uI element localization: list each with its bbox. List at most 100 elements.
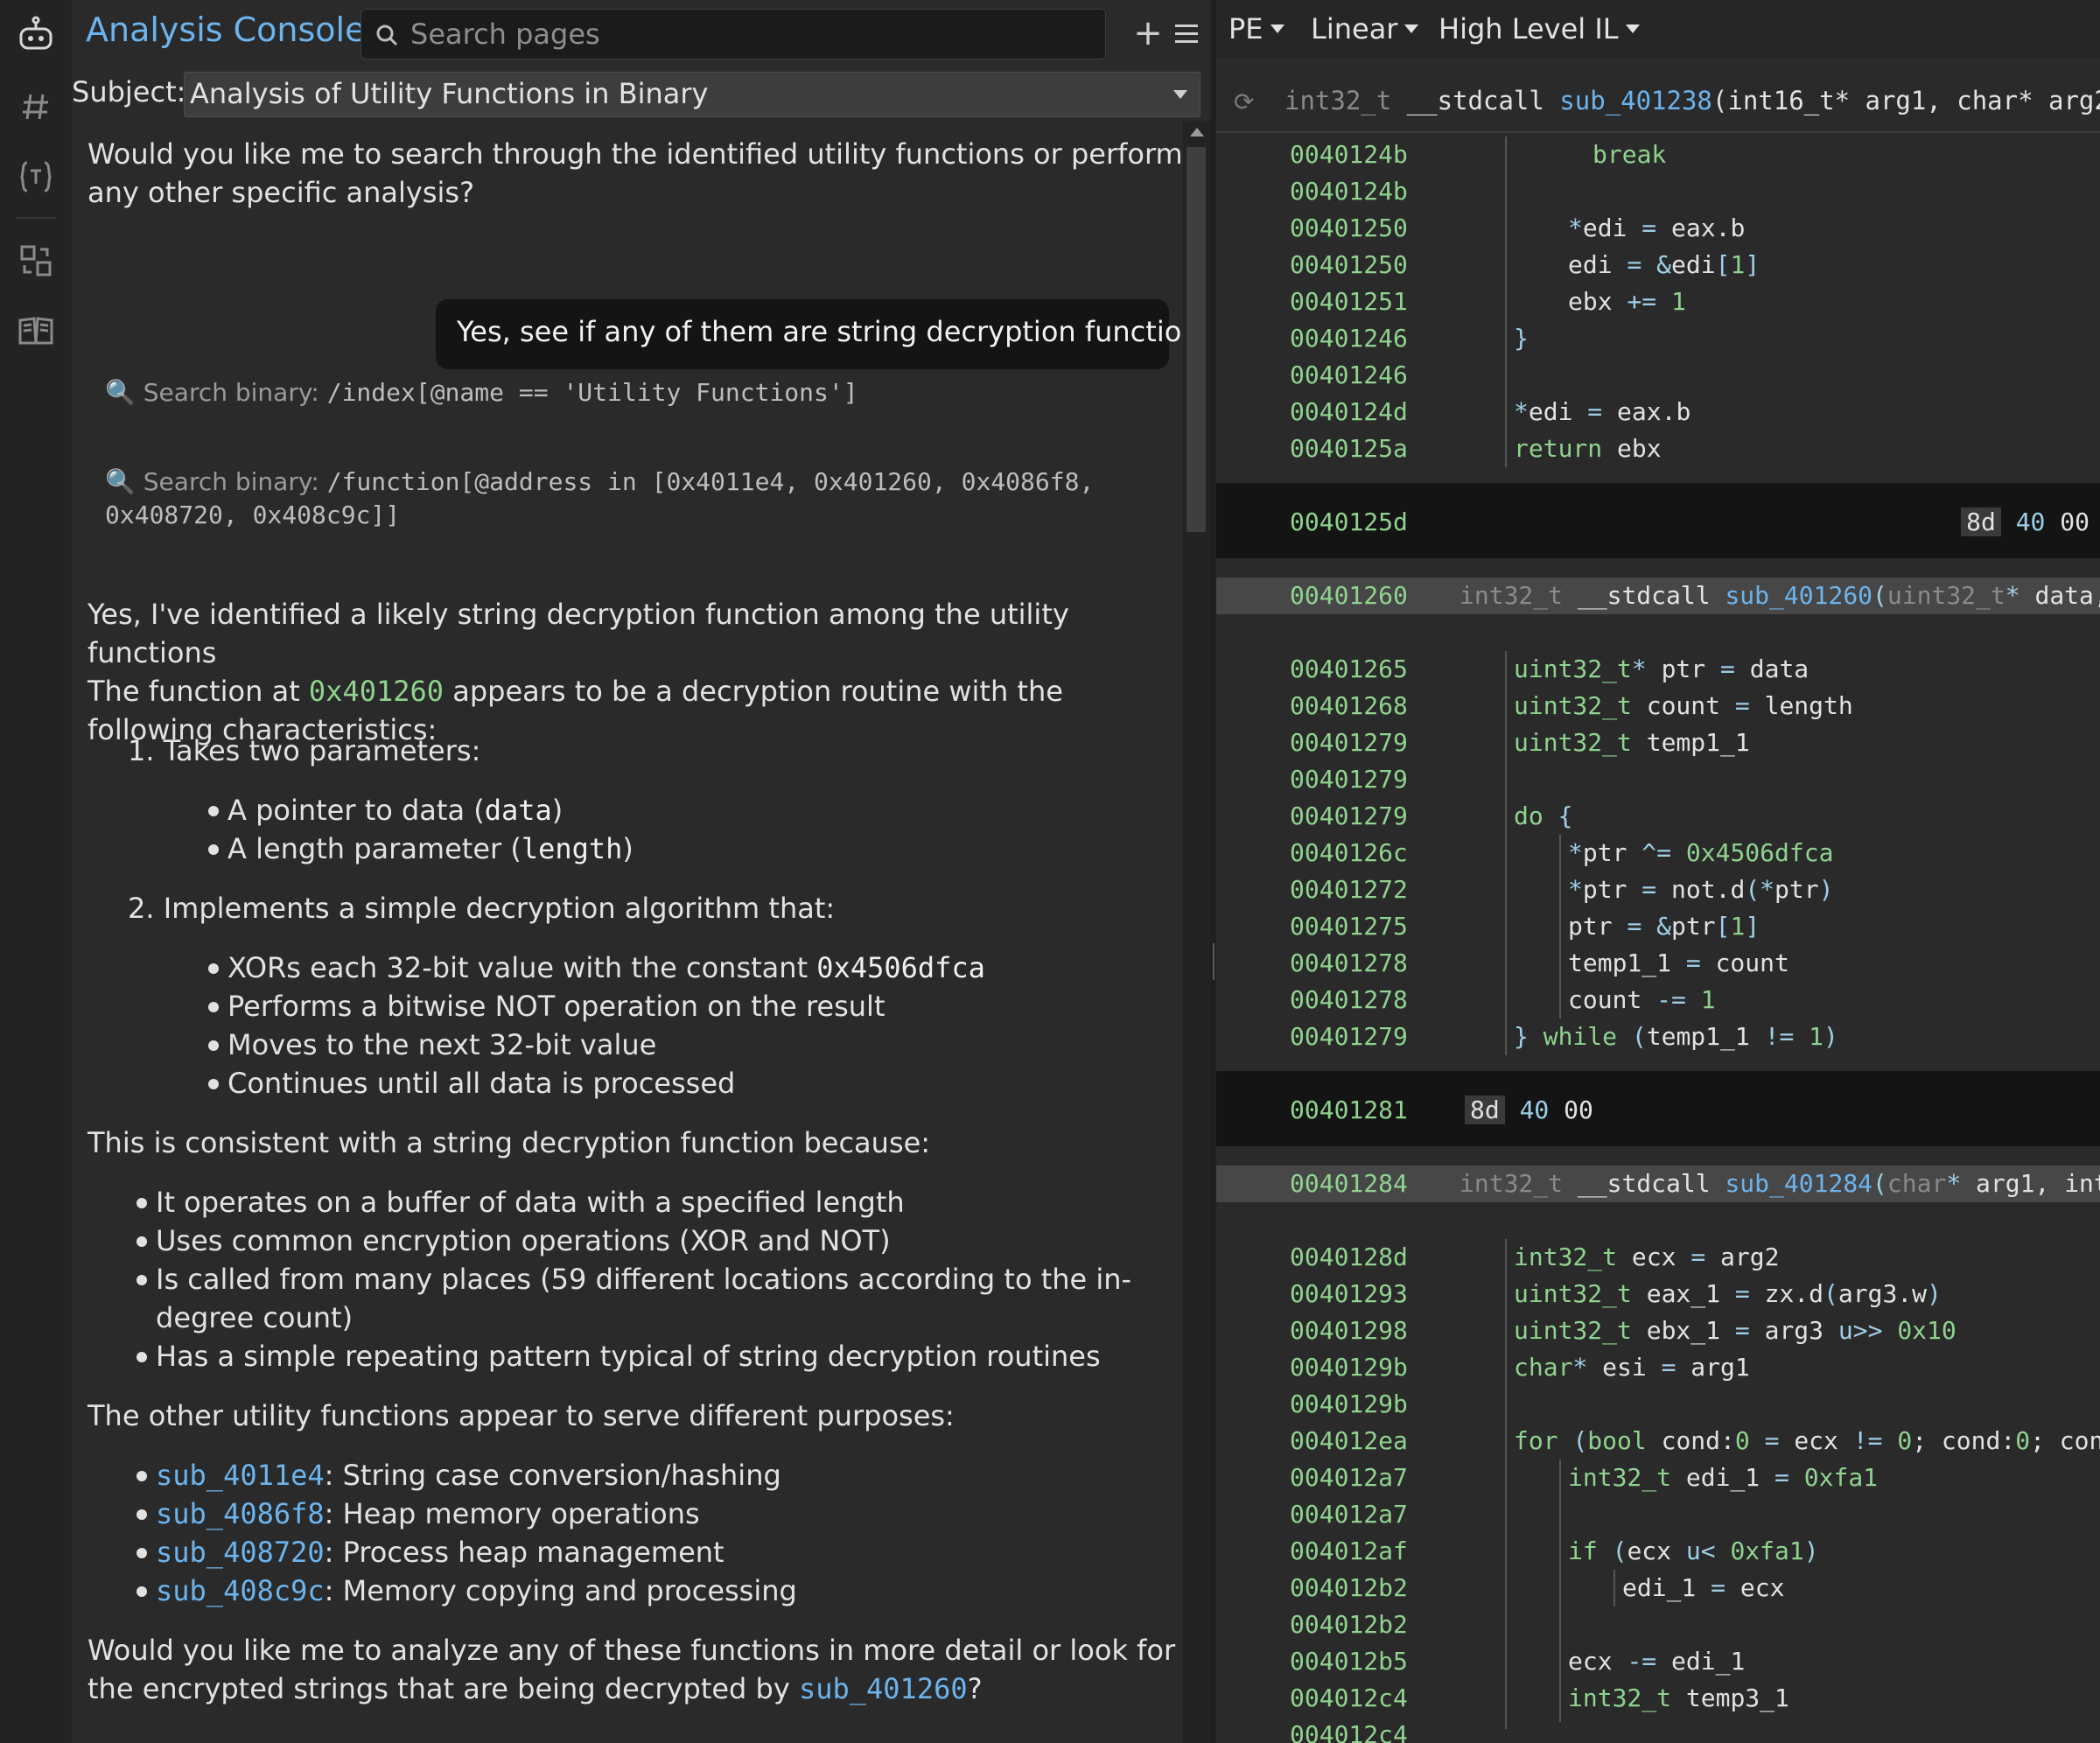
address-label[interactable]: 00401275 xyxy=(1290,908,1408,945)
address-label[interactable]: 0040124d xyxy=(1290,394,1408,430)
code-text[interactable]: int32_t temp3_1 xyxy=(1568,1680,1789,1717)
code-line[interactable]: 0040126c *ptr ^= 0x4506dfca xyxy=(1216,835,2100,872)
code-line[interactable]: 00401279 uint32_t temp1_1 xyxy=(1216,724,2100,761)
code-text[interactable]: char* esi = arg1 xyxy=(1514,1349,1750,1386)
function-signature[interactable]: int32_t __stdcall sub_401238(int16_t* ar… xyxy=(1284,86,2100,116)
layout-dropdown[interactable]: Linear xyxy=(1311,12,1419,46)
code-line[interactable]: 0040125a return ebx xyxy=(1216,430,2100,467)
address-label[interactable]: 004012ea xyxy=(1290,1423,1408,1460)
address-label[interactable]: 00401246 xyxy=(1290,320,1408,357)
code-line[interactable]: 00401279 do { xyxy=(1216,798,2100,835)
address-label[interactable]: 00401260 xyxy=(1290,578,1408,614)
address-label[interactable]: 00401250 xyxy=(1290,247,1408,284)
code-text[interactable]: *ptr = not.d(*ptr) xyxy=(1568,872,1833,908)
code-line[interactable]: 004012c4 int32_t temp3_1 xyxy=(1216,1680,2100,1717)
code-text[interactable]: do { xyxy=(1514,798,1572,835)
address-label[interactable]: 00401265 xyxy=(1290,651,1408,688)
address-label[interactable]: 0040124b xyxy=(1290,173,1408,210)
code-line[interactable]: 00401246 xyxy=(1216,357,2100,394)
address-label[interactable]: 004012b2 xyxy=(1290,1606,1408,1643)
address-label[interactable]: 00401246 xyxy=(1290,357,1408,394)
code-line[interactable]: 0040125d 8d 40 00 xyxy=(1216,504,2100,541)
function-link[interactable]: sub_408c9c xyxy=(156,1574,325,1607)
code-text[interactable]: count -= 1 xyxy=(1568,982,1716,1018)
function-link[interactable]: sub_4011e4 xyxy=(156,1459,325,1492)
address-label[interactable]: 00401272 xyxy=(1290,872,1408,908)
code-text[interactable]: uint32_t temp1_1 xyxy=(1514,724,1750,761)
address-label[interactable]: 00401298 xyxy=(1290,1312,1408,1349)
code-line[interactable]: 00401279 xyxy=(1216,761,2100,798)
address-label[interactable]: 004012b5 xyxy=(1290,1643,1408,1680)
code-line[interactable]: 00401293 uint32_t eax_1 = zx.d(arg3.w) xyxy=(1216,1276,2100,1312)
code-line[interactable]: 00401251 ebx += 1 xyxy=(1216,284,2100,320)
il-level-dropdown[interactable]: High Level IL xyxy=(1438,12,1640,46)
code-text[interactable]: *ptr ^= 0x4506dfca xyxy=(1568,835,1833,872)
book-icon[interactable] xyxy=(13,308,59,354)
address-label[interactable]: 0040125d xyxy=(1290,504,1408,541)
code-text[interactable]: break xyxy=(1592,136,1666,173)
subject-dropdown[interactable]: Analysis of Utility Functions in Binary xyxy=(184,72,1200,117)
code-line[interactable]: 004012b2 xyxy=(1216,1606,2100,1643)
code-line[interactable]: 00401278 temp1_1 = count xyxy=(1216,945,2100,982)
function-header[interactable]: int32_t __stdcall sub_401284(char* arg1,… xyxy=(1460,1166,2100,1202)
code-line[interactable]: 00401260 int32_t __stdcall sub_401260(uin… xyxy=(1216,578,2100,614)
code-text[interactable]: ecx -= edi_1 xyxy=(1568,1643,1745,1680)
address-label[interactable]: 0040124b xyxy=(1290,136,1408,173)
address-label[interactable]: 004012af xyxy=(1290,1533,1408,1570)
code-line[interactable]: 00401250 *edi = eax.b xyxy=(1216,210,2100,247)
search-box[interactable] xyxy=(360,9,1106,60)
address-label[interactable]: 0040128d xyxy=(1290,1239,1408,1276)
code-line[interactable]: 004012ea for (bool cond:0 = ecx != 0; con… xyxy=(1216,1423,2100,1460)
code-text[interactable]: int32_t edi_1 = 0xfa1 xyxy=(1568,1460,1878,1496)
address-label[interactable]: 004012b2 xyxy=(1290,1570,1408,1606)
code-line[interactable]: 0040129b char* esi = arg1 xyxy=(1216,1349,2100,1386)
code-line[interactable]: 00401275 ptr = &ptr[1] xyxy=(1216,908,2100,945)
address-label[interactable]: 004012a7 xyxy=(1290,1496,1408,1533)
code-text[interactable]: *edi = eax.b xyxy=(1514,394,1690,430)
code-text[interactable]: uint32_t ebx_1 = arg3 u>> 0x10 xyxy=(1514,1312,1956,1349)
code-text[interactable]: edi = &edi[1] xyxy=(1568,247,1760,284)
code-line[interactable]: 004012a7 int32_t edi_1 = 0xfa1 xyxy=(1216,1460,2100,1496)
code-line[interactable]: 0040124b break xyxy=(1216,136,2100,173)
address-label[interactable]: 004012a7 xyxy=(1290,1460,1408,1496)
code-line[interactable]: 004012a7 xyxy=(1216,1496,2100,1533)
code-line[interactable]: 0040124b xyxy=(1216,173,2100,210)
code-line[interactable]: 00401298 uint32_t ebx_1 = arg3 u>> 0x10 xyxy=(1216,1312,2100,1349)
code-line[interactable]: 0040128d int32_t ecx = arg2 xyxy=(1216,1239,2100,1276)
address-label[interactable]: 00401279 xyxy=(1290,724,1408,761)
code-line[interactable]: 0040124d *edi = eax.b xyxy=(1216,394,2100,430)
code-text[interactable]: } while (temp1_1 != 1) xyxy=(1514,1018,1838,1055)
address-label[interactable]: 00401278 xyxy=(1290,982,1408,1018)
address-label[interactable]: 00401268 xyxy=(1290,688,1408,724)
address-label[interactable]: 00401279 xyxy=(1290,761,1408,798)
address-label[interactable]: 00401279 xyxy=(1290,1018,1408,1055)
address-label[interactable]: 004012c4 xyxy=(1290,1717,1408,1743)
scrollbar-thumb[interactable] xyxy=(1186,147,1206,532)
code-line[interactable]: 00401250 edi = &edi[1] xyxy=(1216,247,2100,284)
address-label[interactable]: 00401250 xyxy=(1290,210,1408,247)
splitter-grip[interactable] xyxy=(1213,943,1214,980)
code-text[interactable]: ebx += 1 xyxy=(1568,284,1686,320)
code-line[interactable]: 00401265 uint32_t* ptr = data xyxy=(1216,651,2100,688)
code-text[interactable]: return ebx xyxy=(1514,430,1662,467)
address-label[interactable]: 00401293 xyxy=(1290,1276,1408,1312)
refresh-icon[interactable]: ⟳ xyxy=(1234,88,1254,116)
function-link[interactable]: sub_401260 xyxy=(799,1672,968,1705)
code-text[interactable]: edi_1 = ecx xyxy=(1622,1570,1784,1606)
code-line[interactable]: 00401246} xyxy=(1216,320,2100,357)
tag-hash-icon[interactable] xyxy=(13,84,59,130)
cross-reference-icon[interactable] xyxy=(13,238,59,284)
address-label[interactable]: 0040129b xyxy=(1290,1349,1408,1386)
code-text[interactable]: uint32_t eax_1 = zx.d(arg3.w) xyxy=(1514,1276,1942,1312)
address-label[interactable]: 0040129b xyxy=(1290,1386,1408,1423)
function-link[interactable]: sub_408720 xyxy=(156,1536,325,1569)
type-braces-icon[interactable] xyxy=(13,154,59,200)
code-line[interactable]: 0040129b xyxy=(1216,1386,2100,1423)
address-label[interactable]: 00401251 xyxy=(1290,284,1408,320)
code-line[interactable]: 00401284 int32_t __stdcall sub_401284(cha… xyxy=(1216,1166,2100,1202)
code-line[interactable]: 00401279 } while (temp1_1 != 1) xyxy=(1216,1018,2100,1055)
address-label[interactable]: 00401279 xyxy=(1290,798,1408,835)
code-line[interactable]: 004012c4 xyxy=(1216,1717,2100,1743)
address-label[interactable]: 00401281 xyxy=(1290,1092,1408,1129)
code-line[interactable]: 004012b2 edi_1 = ecx xyxy=(1216,1570,2100,1606)
